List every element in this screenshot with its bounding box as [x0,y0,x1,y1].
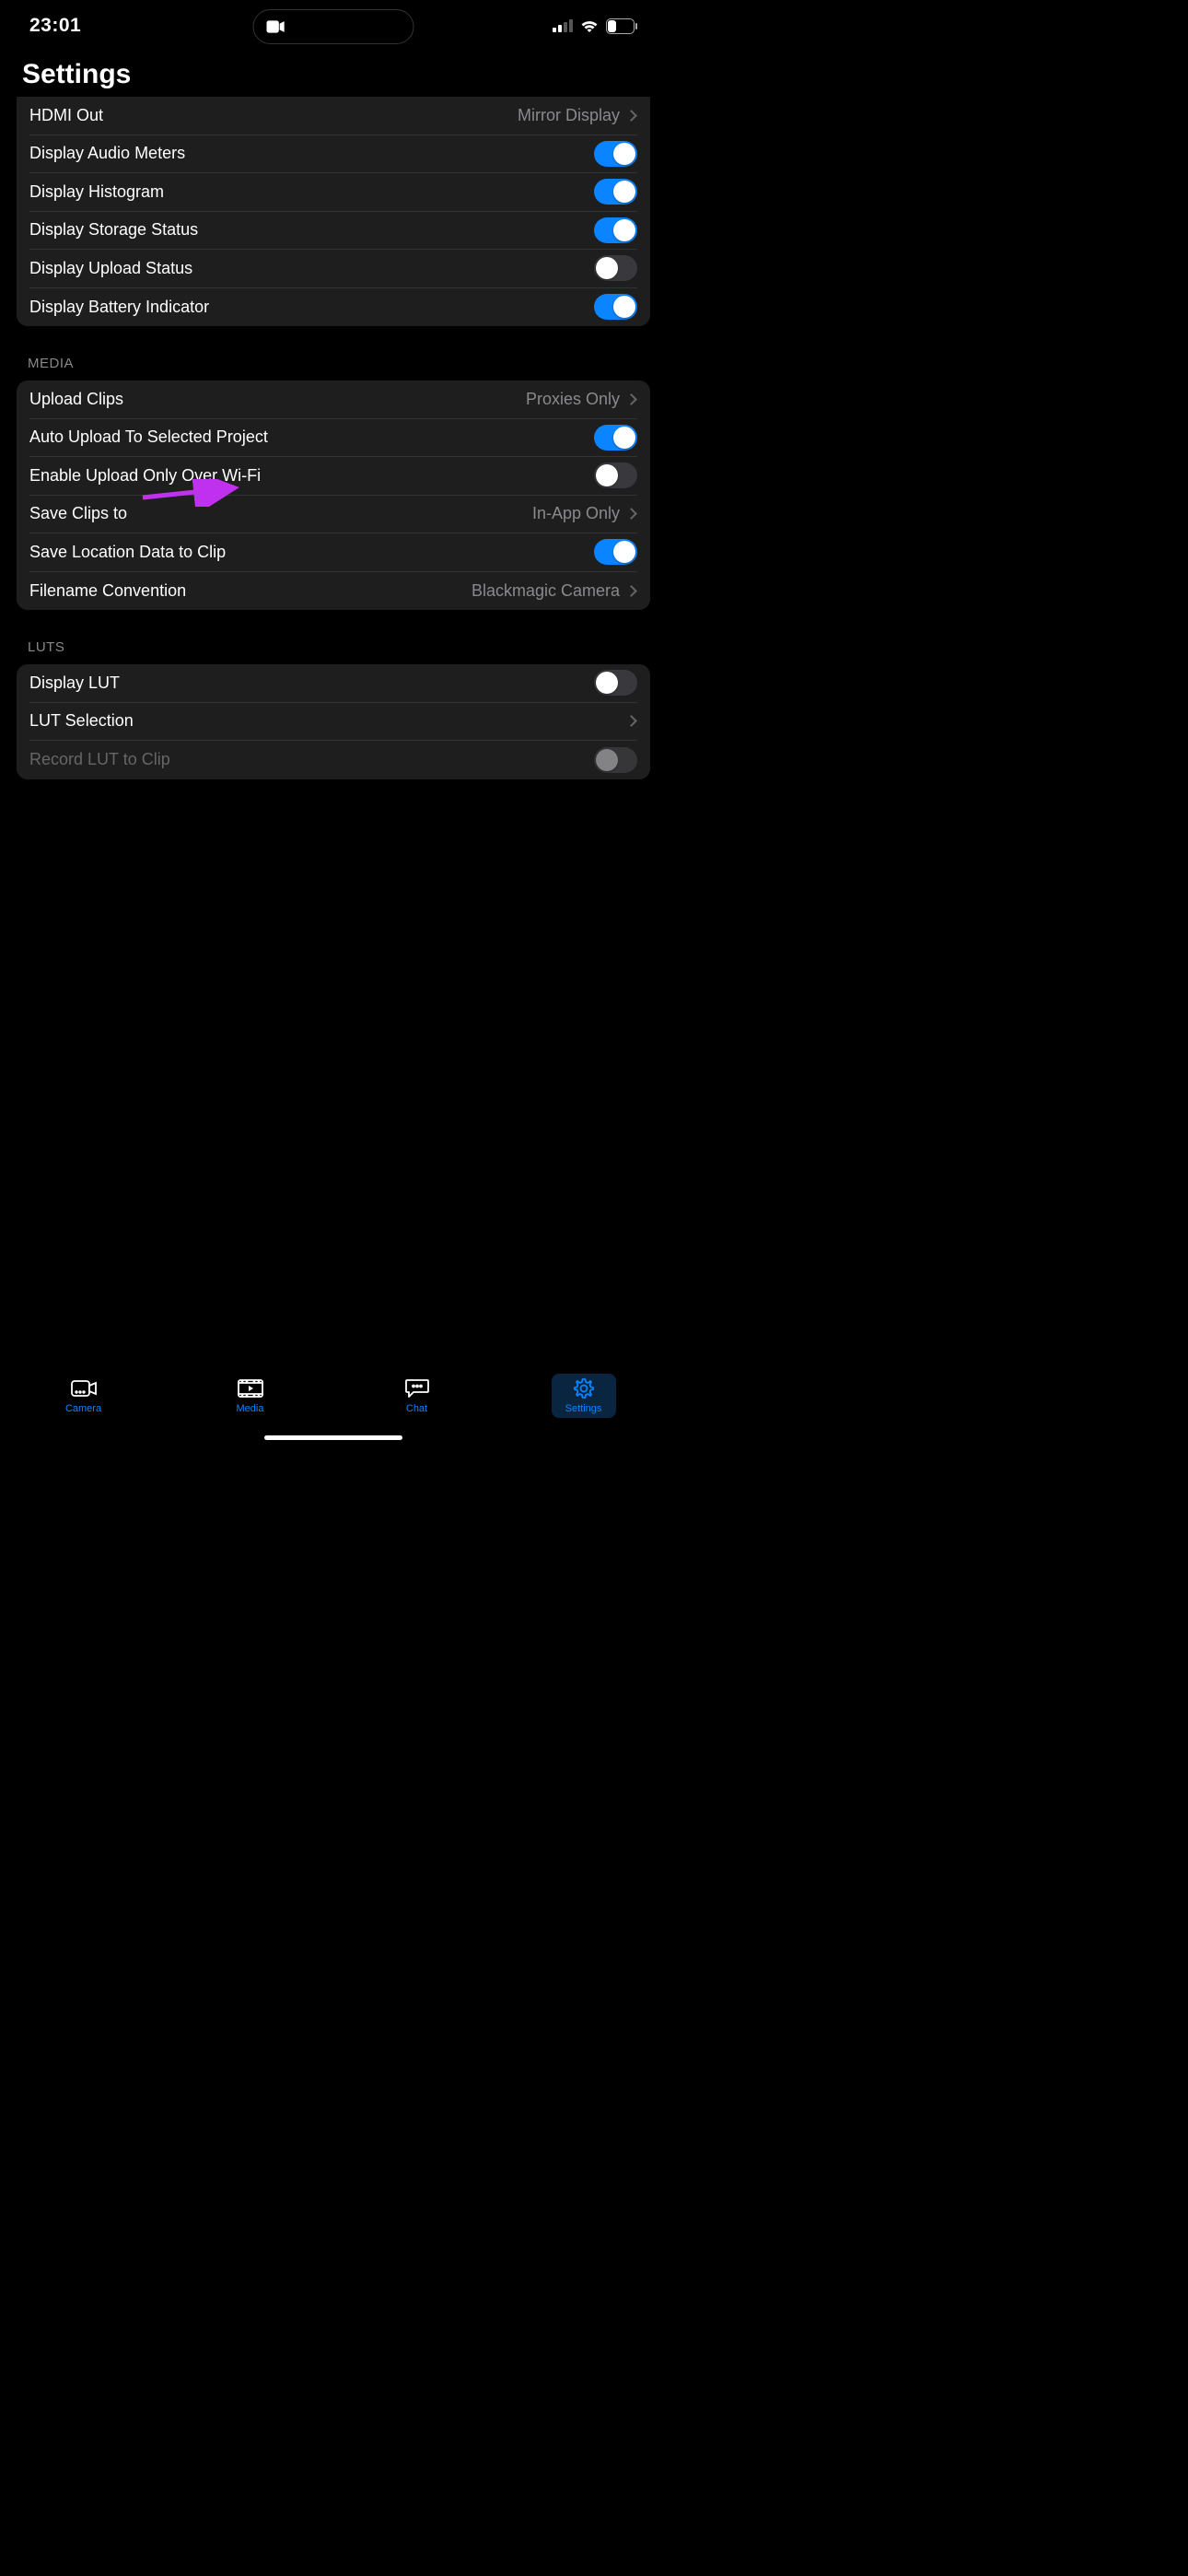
toggle-wifi-only[interactable] [594,463,637,488]
chat-icon [405,1378,429,1399]
row-label: LUT Selection [29,711,134,731]
chevron-right-icon [625,110,637,122]
row-value: Mirror Display [518,106,637,125]
row-save-location-data: Save Location Data to Clip [29,533,637,572]
toggle-display-histogram[interactable] [594,179,637,205]
row-display-upload-status: Display Upload Status [29,250,637,288]
page-title: Settings [22,59,131,90]
toggle-auto-upload[interactable] [594,425,637,451]
row-label: Display Battery Indicator [29,298,209,317]
tab-label: Chat [406,1403,427,1414]
settings-scroll[interactable]: HDMI Out Mirror Display Display Audio Me… [17,97,650,1366]
toggle-display-battery-indicator[interactable] [594,294,637,320]
tab-camera[interactable]: Camera [52,1374,116,1418]
section-header-media: MEDIA [28,356,650,371]
panel-display: HDMI Out Mirror Display Display Audio Me… [17,97,650,326]
status-right: 26 [553,18,637,34]
row-label: Display LUT [29,673,120,693]
row-label: Display Histogram [29,182,164,202]
wifi-icon [580,19,599,33]
row-label: Auto Upload To Selected Project [29,427,268,447]
row-label: Filename Convention [29,581,186,601]
tab-bar: Camera Media Chat [0,1366,667,1446]
row-label: Display Audio Meters [29,144,185,163]
row-filename-convention[interactable]: Filename Convention Blackmagic Camera [29,572,637,611]
row-record-lut-to-clip: Record LUT to Clip [29,741,637,779]
status-time: 23:01 [29,15,81,37]
camera-icon [71,1378,97,1399]
row-hdmi-out[interactable]: HDMI Out Mirror Display [29,97,637,135]
cellular-signal-icon [553,19,573,32]
toggle-display-storage-status[interactable] [594,217,637,243]
row-lut-selection[interactable]: LUT Selection [29,703,637,742]
row-label: Enable Upload Only Over Wi-Fi [29,466,261,486]
row-label: Display Storage Status [29,220,198,240]
video-camera-icon [267,20,285,33]
row-label: Display Upload Status [29,259,192,278]
toggle-save-location[interactable] [594,539,637,565]
row-value: Blackmagic Camera [472,581,637,601]
panel-media: Upload Clips Proxies Only Auto Upload To… [17,381,650,610]
tab-label: Media [237,1403,264,1414]
row-label: Save Clips to [29,504,127,523]
row-display-histogram: Display Histogram [29,173,637,212]
chevron-right-icon [625,508,637,520]
row-auto-upload: Auto Upload To Selected Project [29,419,637,458]
section-header-luts: LUTS [28,639,650,655]
chevron-right-icon [625,393,637,405]
tab-chat[interactable]: Chat [385,1374,449,1418]
dynamic-island [253,9,414,44]
row-label: Upload Clips [29,390,123,409]
row-display-lut: Display LUT [29,664,637,703]
toggle-display-lut[interactable] [594,670,637,696]
row-value: In-App Only [532,504,637,523]
chevron-right-icon [625,585,637,597]
tab-settings[interactable]: Settings [552,1374,616,1418]
tab-media[interactable]: Media [218,1374,283,1418]
row-label: Save Location Data to Clip [29,543,226,562]
row-upload-clips[interactable]: Upload Clips Proxies Only [29,381,637,419]
toggle-display-upload-status[interactable] [594,255,637,281]
row-wifi-only: Enable Upload Only Over Wi-Fi [29,457,637,496]
row-display-storage-status: Display Storage Status [29,212,637,251]
toggle-display-audio-meters[interactable] [594,141,637,167]
toggle-record-lut [594,747,637,773]
row-display-battery-indicator: Display Battery Indicator [29,288,637,327]
row-value: Proxies Only [526,390,637,409]
tab-label: Settings [565,1403,602,1414]
row-label: HDMI Out [29,106,103,125]
chevron-right-icon [625,715,637,727]
row-value [627,717,637,725]
panel-luts: Display LUT LUT Selection Record LUT to … [17,664,650,779]
battery-icon: 26 [606,18,637,34]
row-label: Record LUT to Clip [29,750,170,769]
media-icon [238,1379,263,1398]
status-bar: 23:01 26 [0,0,667,52]
tab-label: Camera [65,1403,101,1414]
row-save-clips-to[interactable]: Save Clips to In-App Only [29,496,637,534]
row-display-audio-meters: Display Audio Meters [29,135,637,174]
home-indicator[interactable] [264,1435,402,1440]
gear-icon [573,1377,595,1399]
